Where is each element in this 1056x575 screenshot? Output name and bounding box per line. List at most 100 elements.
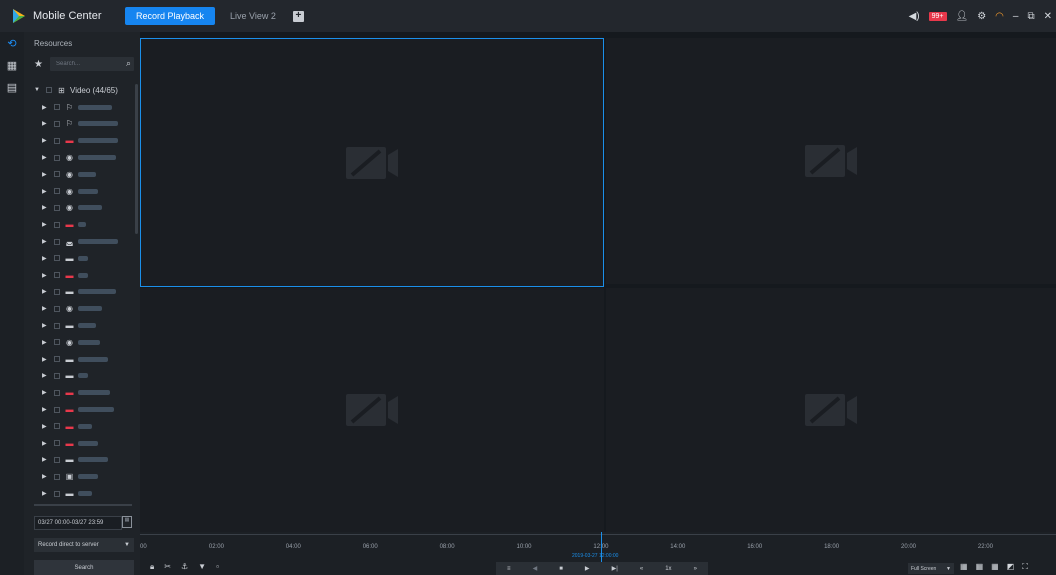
expand-right-icon[interactable]: ▶ (42, 389, 50, 396)
tree-checkbox[interactable] (54, 272, 60, 279)
calendar-picker-icon[interactable]: ▦ (122, 516, 132, 528)
tree-checkbox[interactable] (54, 221, 60, 228)
tree-checkbox[interactable] (54, 440, 60, 447)
restore-window-icon[interactable]: ⧉ (1027, 11, 1034, 22)
tree-checkbox[interactable] (54, 154, 60, 161)
tree-checkbox[interactable] (54, 104, 60, 111)
tree-checkbox[interactable] (54, 204, 60, 211)
expand-right-icon[interactable]: ▶ (42, 322, 50, 329)
search-input[interactable] (56, 61, 120, 67)
tree-scrollbar[interactable] (135, 84, 138, 234)
user-icon[interactable]: 👤︎ (956, 11, 969, 22)
video-window-1[interactable] (140, 38, 604, 287)
expand-right-icon[interactable]: ▶ (42, 204, 50, 211)
resources-history-icon[interactable]: ⟲ (0, 32, 24, 54)
tree-node-19[interactable]: ▶ ▬ (24, 401, 140, 418)
expand-right-icon[interactable]: ▶ (42, 440, 50, 447)
tree-checkbox[interactable] (54, 339, 60, 346)
tree-node-4[interactable]: ▶ ◉ (24, 149, 140, 166)
tree-checkbox[interactable] (54, 372, 60, 379)
date-range-field[interactable]: 03/27 00:00-03/27 23:59 (34, 516, 122, 530)
tree-checkbox[interactable] (46, 87, 52, 94)
expand-right-icon[interactable]: ▶ (42, 305, 50, 312)
tree-node-21[interactable]: ▶ ▬ (24, 435, 140, 452)
video-window-2[interactable] (606, 38, 1056, 284)
expand-right-icon[interactable]: ▶ (42, 473, 50, 480)
tree-node-2[interactable]: ▶ ⚐ (24, 116, 140, 133)
expand-right-icon[interactable]: ▶ (42, 423, 50, 430)
alarm-sound-icon[interactable]: ◀) (909, 11, 920, 22)
tree-node-6[interactable]: ▶ ◉ (24, 183, 140, 200)
tree-checkbox[interactable] (54, 238, 60, 245)
expand-right-icon[interactable]: ▶ (42, 372, 50, 379)
tree-node-8[interactable]: ▶ ▬ (24, 216, 140, 233)
tree-checkbox[interactable] (54, 423, 60, 430)
tag-icon[interactable]: ⚓︎ (181, 562, 188, 572)
expand-right-icon[interactable]: ▶ (42, 104, 50, 111)
tree-checkbox[interactable] (54, 120, 60, 127)
tree-node-13[interactable]: ▶ ◉ (24, 300, 140, 317)
expand-right-icon[interactable]: ▶ (42, 221, 50, 228)
tree-checkbox[interactable] (54, 322, 60, 329)
alarm-count-badge[interactable]: 99+ (928, 11, 947, 21)
tab-live-view-2[interactable]: Live View 2 (219, 7, 287, 25)
minimize-icon[interactable]: – (1013, 11, 1019, 22)
tree-checkbox[interactable] (54, 473, 60, 480)
performance-gauge-icon[interactable]: ◠ (995, 11, 1004, 22)
tree-checkbox[interactable] (54, 456, 60, 463)
filter-icon[interactable]: ▼ (198, 562, 206, 572)
add-tab-button[interactable]: + (292, 10, 304, 22)
tree-checkbox[interactable] (54, 288, 60, 295)
tree-checkbox[interactable] (54, 188, 60, 195)
tree-checkbox[interactable] (54, 490, 60, 497)
screen-mode-select[interactable]: Full Screen ▼ (908, 563, 954, 574)
calendar-icon[interactable]: ▤ (0, 76, 24, 98)
tree-node-23[interactable]: ▶ ▣ (24, 468, 140, 485)
expand-right-icon[interactable]: ▶ (42, 238, 50, 245)
stop-icon[interactable]: ■ (559, 566, 563, 572)
custom-layout-icon[interactable]: ◩ (1007, 562, 1015, 572)
tree-node-15[interactable]: ▶ ◉ (24, 334, 140, 351)
tree-node-20[interactable]: ▶ ▬ (24, 418, 140, 435)
record-source-select[interactable]: Record direct to server ▼ (34, 538, 134, 552)
expand-right-icon[interactable]: ▶ (42, 456, 50, 463)
tree-node-1[interactable]: ▶ ⚐ (24, 99, 140, 116)
expand-right-icon[interactable]: ▶ (42, 339, 50, 346)
search-box[interactable]: ⌕ (50, 57, 134, 71)
expand-right-icon[interactable]: ▶ (42, 154, 50, 161)
expand-right-icon[interactable]: ▶ (42, 120, 50, 127)
lock-icon[interactable]: 🔒︎ (150, 562, 154, 572)
tree-node-17[interactable]: ▶ ▬ (24, 368, 140, 385)
favorite-star-icon[interactable]: ★ (34, 59, 48, 70)
expand-right-icon[interactable]: ▶ (42, 137, 50, 144)
step-back-icon[interactable]: ◀ (533, 565, 538, 572)
close-icon[interactable]: ✕ (1044, 11, 1052, 22)
tree-checkbox[interactable] (54, 255, 60, 262)
expand-right-icon[interactable]: ▶ (42, 490, 50, 497)
layout-4-icon[interactable]: ▦ (960, 562, 968, 572)
tree-checkbox[interactable] (54, 356, 60, 363)
layout-6-icon[interactable]: ▦ (976, 562, 984, 572)
tree-root-video[interactable]: ▼ ⊞ Video (44/65) (24, 82, 140, 99)
tree-node-7[interactable]: ▶ ◉ (24, 200, 140, 217)
tree-checkbox[interactable] (54, 305, 60, 312)
view-layout-icon[interactable]: ▦ (0, 54, 24, 76)
tree-node-11[interactable]: ▶ ▬ (24, 267, 140, 284)
expand-right-icon[interactable]: ▶ (42, 288, 50, 295)
tree-node-10[interactable]: ▶ ▬ (24, 250, 140, 267)
expand-right-icon[interactable]: ▶ (42, 255, 50, 262)
expand-right-icon[interactable]: ▶ (42, 406, 50, 413)
step-forward-icon[interactable]: ▶| (612, 565, 618, 572)
tree-node-24[interactable]: ▶ ▬ (24, 485, 140, 502)
tree-node-18[interactable]: ▶ ▬ (24, 384, 140, 401)
tree-checkbox[interactable] (54, 171, 60, 178)
tab-record-playback[interactable]: Record Playback (125, 7, 216, 25)
cut-icon[interactable]: ✂ (164, 562, 171, 572)
expand-right-icon[interactable]: ▶ (42, 272, 50, 279)
fullscreen-icon[interactable]: ⛶ (1022, 562, 1028, 572)
tree-node-3[interactable]: ▶ ▬ (24, 132, 140, 149)
speed-up-icon[interactable]: » (694, 566, 697, 572)
tree-node-5[interactable]: ▶ ◉ (24, 166, 140, 183)
tree-checkbox[interactable] (54, 137, 60, 144)
slow-frame-icon[interactable]: ≡ (507, 566, 511, 572)
